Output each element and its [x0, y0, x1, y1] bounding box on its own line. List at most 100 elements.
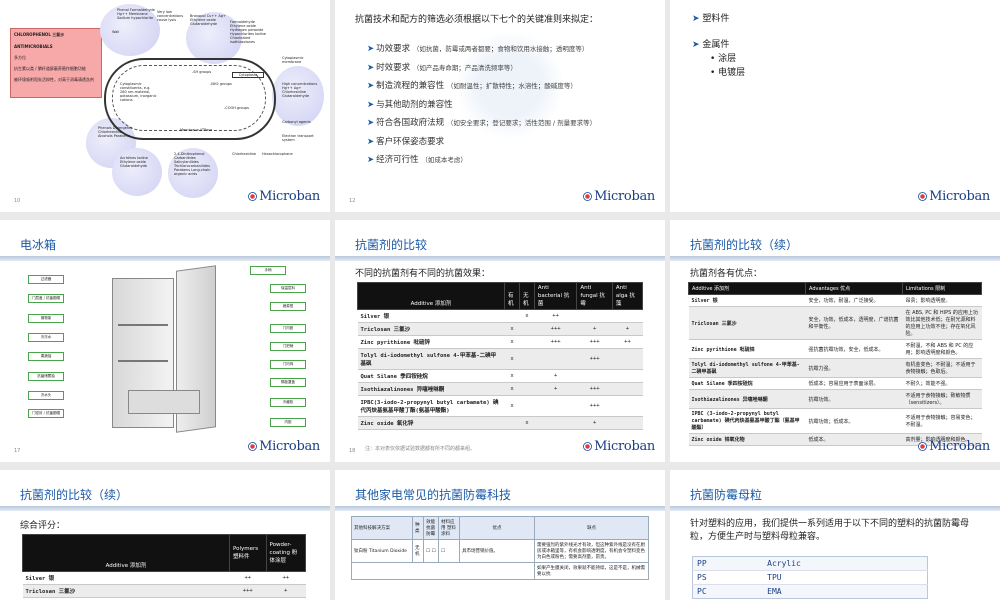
- callout-label: 门内胆: [270, 324, 306, 333]
- sub-bullet-item: • 电镀层: [710, 68, 746, 78]
- microban-logo: Microban: [918, 189, 990, 204]
- arrow-icon: ➤: [367, 44, 375, 54]
- column-header: 材料应用 塑料 涂料: [437, 516, 460, 540]
- slide-thumbnail-3[interactable]: ➤ 塑料件 ➤ 金属件 • 涂层 • 电镀层 Microban: [670, 0, 1000, 212]
- column-header: 其他科技解决方案: [351, 516, 413, 540]
- rating-table: Additive 添加剂 Polymers 塑料件 Powder-coating…: [22, 534, 307, 598]
- column-header: Limitations 限制: [902, 282, 982, 295]
- cell-label: Electron transport system: [282, 134, 314, 142]
- table-row: 钛白粉 Titanium Dioxide 无机 ☐ ☐ ☐ 具市场营销价值。 需…: [351, 539, 650, 563]
- table-cell: 有机金变色；不耐温；不适用于食物接触；色取后。: [902, 358, 982, 378]
- table-header-row: Additive 添加剂 Advantages 优点 Limitations 限…: [688, 282, 982, 295]
- cell-label: Wall: [112, 30, 120, 34]
- callout-label: 冷水头: [28, 391, 64, 400]
- table-row: PP Acrylic: [692, 556, 928, 571]
- table-row: Tolyl di-iodomethyl sulfone 4-甲苯基-二碘甲基砜 x…: [357, 348, 643, 370]
- table-cell: +++: [229, 584, 267, 598]
- table-cell: x: [504, 335, 520, 349]
- cell-label: Phenols Detergents Chlorhexidine Alcohol…: [98, 126, 133, 138]
- criteria-item: ➤ 时效要求 （如产品寿命期；产品清洗频率等）: [367, 62, 517, 73]
- table-cell: 不耐温，不和 ABS 和 PC 的应用；影响透明度和颜色。: [902, 339, 982, 359]
- table-cell: [612, 309, 643, 323]
- bullet-list: ➤ 塑料件 ➤ 金属件 • 涂层 • 电镀层: [692, 12, 745, 80]
- table-cell: x: [519, 416, 535, 430]
- microban-logo: Microban: [583, 189, 655, 204]
- note-item: 多方位: [14, 55, 26, 60]
- table-row: Quat Silane 季四铵硅烷 x +: [357, 369, 643, 383]
- antimicrobial-effect-table: Additive 添加剂 有机 无机 Anti bacterial 抗菌 Ant…: [357, 282, 644, 430]
- additive-name-cell: Isothiazalinones 异噻唑啉酮: [688, 389, 806, 409]
- table-cell: x: [504, 322, 520, 336]
- slide-thumbnail-7[interactable]: 抗菌剂的比较（续） 综合评分： Additive 添加剂 Polymers 塑料…: [0, 470, 330, 600]
- slide-thumbnail-2[interactable]: 抗菌技术和配方的筛选必须根据以下七个的关键准则来拟定： ➤ 功效要求 （如抗菌，防…: [335, 0, 665, 212]
- slide-thumbnail-6[interactable]: 抗菌剂的比较（续） 抗菌剂各有优点： Additive 添加剂 Advantag…: [670, 220, 1000, 462]
- slide-title: 电冰箱: [20, 238, 57, 252]
- additive-name-cell: Silver 银: [22, 571, 230, 585]
- table-cell: ++: [266, 571, 306, 585]
- criteria-item: ➤ 客户环保姿态要求: [367, 136, 445, 147]
- cell-label: Bronopol Cu++ Ag+ Ethylene oxide Glutara…: [190, 14, 226, 26]
- cell-label: Cytoplasmic constituents, e.g. 260 nm-ma…: [120, 82, 157, 102]
- additive-name-cell: Quat Silane 季四铵硅烷: [357, 369, 505, 383]
- table-row: 如果产生膜关闭，效果就不能持续，这是不是，机械需要以抗: [351, 562, 650, 580]
- cell-label: -COOH groups: [224, 106, 249, 110]
- cell-label: 2,4-Dinitrophenol Carbanilides Salicylan…: [174, 152, 211, 176]
- table-cell: [576, 309, 613, 323]
- advantages-table: Additive 添加剂 Advantages 优点 Limitations 限…: [688, 282, 982, 446]
- table-cell: 抗霉功效。: [805, 389, 903, 409]
- table-row: Silver 银 ++ ++: [22, 571, 306, 585]
- slide-thumbnail-4[interactable]: 电冰箱 过滤器 门层盖 / 抗菌圈帽 搁物架 冷冻水 果蔬抽 抗菌储蓄抽 冷水头…: [0, 220, 330, 462]
- column-header: Anti alga 抗藻: [611, 282, 644, 310]
- slide-thumbnail-9[interactable]: 抗菌防霉母粒 针对塑料的应用，我们提供一系列适用于以下不同的塑料的抗菌防霉母粒，…: [670, 470, 1000, 600]
- page-number: 12: [349, 198, 356, 204]
- table-cell: 不适用于食物接触；致敏物质（sensitizers）。: [902, 389, 982, 409]
- microban-logo: Microban: [248, 439, 320, 454]
- table-row: Zinc pyrithione 吡硫锌 强抗菌抗霉功效，安全，低成本。 不耐温，不和…: [688, 339, 982, 359]
- table-cell: [519, 395, 535, 417]
- table-row: Triclosan 三氯沙 +++ +: [22, 584, 306, 598]
- table-row: Zinc pyrithione 吡硫锌 x +++ +++ ++: [357, 335, 643, 349]
- note-box: CHLOROPHENOL 三氯沙 ANTIMICROBIALS 多方位 抗生素以…: [10, 28, 102, 98]
- additive-name-cell: Tolyl di-iodomethyl sulfone 4-甲苯基-二碘甲基砜: [688, 358, 806, 378]
- header-band: [0, 506, 330, 511]
- cell-label: Carbonyl agents: [282, 120, 311, 124]
- microban-logo-icon: [583, 192, 593, 201]
- fridge-drawer: [128, 390, 200, 414]
- table-cell: [519, 348, 535, 370]
- additive-name-cell: IPBC (3-iodo-2-propynyl butyl carbamate)…: [688, 408, 806, 434]
- table-cell: +++: [534, 322, 577, 336]
- checkbox-icon: ☐: [437, 539, 460, 563]
- microban-logo-icon: [918, 442, 928, 451]
- table-cell: [534, 395, 577, 417]
- table-cell: [504, 416, 520, 430]
- arrow-icon: ➤: [367, 81, 375, 91]
- microban-logo-icon: [248, 442, 258, 451]
- additive-name-cell: Tolyl di-iodomethyl sulfone 4-甲苯基-二碘甲基砜: [357, 348, 505, 370]
- table-cell: 低成本；容易应用于表面涂层。: [805, 377, 903, 390]
- cell-label: -SH groups: [192, 70, 212, 74]
- cell-label: Formaldehyde Ethylene oxide Hydrogen per…: [230, 20, 266, 44]
- cell-label: Phenol Formaldehyde Hg++ Membrane Sodium…: [117, 8, 155, 20]
- header-band: [0, 256, 330, 261]
- arrow-icon: ➤: [367, 99, 375, 110]
- footnote: 注：本对表仅依据试验数据都有所不同的都来组。: [365, 446, 476, 452]
- slide-thumbnail-1[interactable]: CHLOROPHENOL 三氯沙 ANTIMICROBIALS 多方位 抗生素以…: [0, 0, 330, 212]
- additive-name-cell: Zinc oxide 锌氧化物: [688, 433, 806, 446]
- callout-label: 门层盖 / 抗菌圈帽: [28, 294, 64, 303]
- slide-thumbnail-5[interactable]: 抗菌剂的比较 不同的抗菌剂有不同的抗菌效果： Additive 添加剂 有机 无…: [335, 220, 665, 462]
- column-header: 有机: [504, 282, 520, 310]
- table-cell: x: [504, 395, 520, 417]
- slide-title: 其他家电常见的抗菌防霉科技: [355, 488, 512, 502]
- additive-name-cell: Triclosan 三氯沙: [688, 306, 806, 340]
- callout-label: 抗菌储蓄抽: [28, 372, 64, 381]
- table-cell: [612, 348, 643, 370]
- fridge-shelf: [118, 324, 168, 326]
- criteria-item: ➤ 符合各国政府法规 （如安全要求；登记要求；活性范围 / 剂量要求等）: [367, 118, 597, 128]
- sub-bullet-item: • 涂层: [710, 54, 737, 64]
- callout-label: 门密封 / 抗菌圈帽: [28, 409, 64, 418]
- column-header: 种类: [411, 516, 425, 540]
- table-cell: 抗霉力强。: [805, 358, 903, 378]
- slide-thumbnail-8[interactable]: 其他家电常见的抗菌防霉科技 其他科技解决方案 种类 效能 抗菌 防霉 材料应用 塑…: [335, 470, 665, 600]
- slide-title: 抗菌剂的比较: [355, 238, 428, 252]
- table-cell: [612, 382, 643, 396]
